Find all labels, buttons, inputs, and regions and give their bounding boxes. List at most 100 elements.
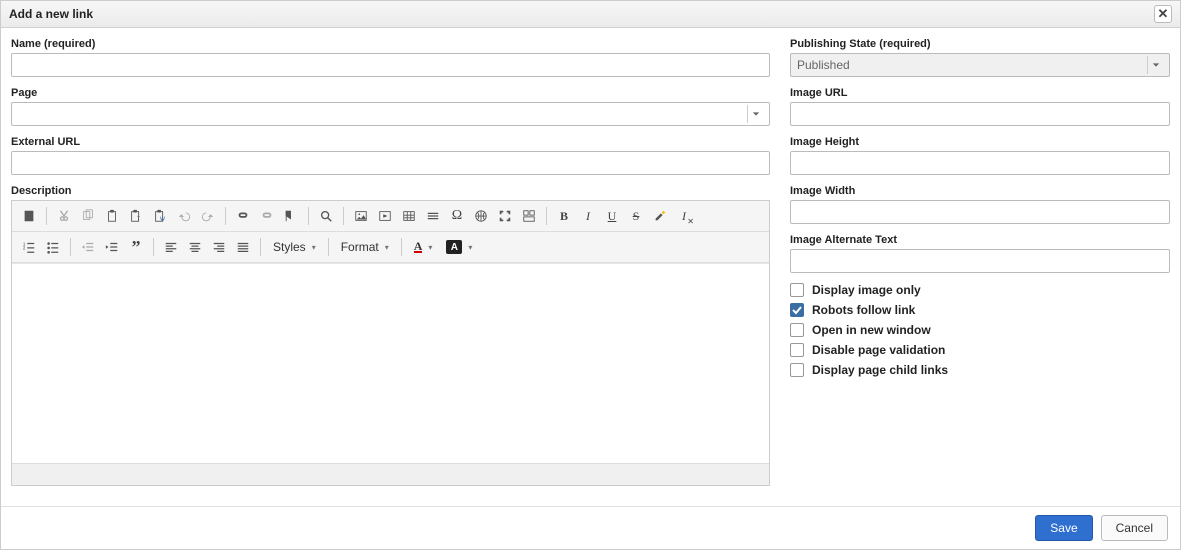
page-field: Page [11,87,770,126]
separator [328,238,329,256]
ordered-list-icon[interactable]: 12 [18,236,40,258]
anchor-icon[interactable] [280,205,302,227]
open-new-window-checkbox[interactable] [790,323,804,337]
source-icon[interactable] [18,205,40,227]
disable-validation-label: Disable page validation [812,343,945,357]
image-url-label: Image URL [790,87,1170,99]
cancel-button-label: Cancel [1116,521,1153,535]
chevron-down-icon: ▾ [468,243,472,252]
disable-validation-checkbox[interactable] [790,343,804,357]
separator [225,207,226,225]
align-left-icon[interactable] [160,236,182,258]
italic-icon[interactable]: I [577,205,599,227]
paste-word-icon[interactable]: W [149,205,171,227]
styles-label: Styles [273,240,306,254]
save-button[interactable]: Save [1035,515,1092,541]
copy-icon[interactable] [77,205,99,227]
publishing-state-select[interactable]: Published [790,53,1170,77]
external-url-field: External URL [11,136,770,175]
page-label: Page [11,87,770,99]
unlink-icon[interactable] [256,205,278,227]
robots-follow-checkbox[interactable] [790,303,804,317]
close-icon: ✕ [1158,6,1169,21]
image-icon[interactable] [350,205,372,227]
underline-icon[interactable]: U [601,205,623,227]
undo-icon[interactable] [173,205,195,227]
open-new-window-label: Open in new window [812,323,931,337]
display-image-only-label: Display image only [812,283,921,297]
redo-icon[interactable] [197,205,219,227]
image-alt-label: Image Alternate Text [790,234,1170,246]
display-child-links-row: Display page child links [790,363,1170,377]
image-height-field: Image Height [790,136,1170,175]
outdent-icon[interactable] [77,236,99,258]
description-label: Description [11,185,770,197]
indent-icon[interactable] [101,236,123,258]
link-icon[interactable] [232,205,254,227]
maximize-icon[interactable] [494,205,516,227]
name-input[interactable] [11,53,770,77]
separator [46,207,47,225]
format-label: Format [341,240,379,254]
image-url-input[interactable] [790,102,1170,126]
format-dropdown[interactable]: Format ▾ [335,236,395,258]
blockquote-icon[interactable]: ” [125,236,147,258]
separator [70,238,71,256]
separator [401,238,402,256]
close-button[interactable]: ✕ [1154,5,1172,23]
find-icon[interactable] [315,205,337,227]
hr-icon[interactable] [422,205,444,227]
right-column: Publishing State (required) Published Im… [790,38,1170,506]
dialog: Add a new link ✕ Name (required) Page [0,0,1181,550]
iframe-icon[interactable] [470,205,492,227]
chevron-down-icon: ▾ [312,243,316,252]
robots-follow-label: Robots follow link [812,303,915,317]
save-button-label: Save [1050,521,1077,535]
paste-icon[interactable] [101,205,123,227]
chevron-down-icon: ▾ [428,243,432,252]
bg-color-icon: A [446,240,462,254]
styles-dropdown[interactable]: Styles ▾ [267,236,322,258]
unordered-list-icon[interactable] [42,236,64,258]
remove-format-icon[interactable]: I✕ [673,205,695,227]
dialog-title: Add a new link [9,7,93,21]
open-new-window-row: Open in new window [790,323,1170,337]
paste-text-icon[interactable]: T [125,205,147,227]
bg-color-dropdown[interactable]: A ▾ [440,236,478,258]
editor-content-area[interactable] [12,263,769,463]
embed-icon[interactable] [374,205,396,227]
table-icon[interactable] [398,205,420,227]
align-center-icon[interactable] [184,236,206,258]
chevron-down-icon: ▾ [385,243,389,252]
highlight-icon[interactable] [649,205,671,227]
external-url-label: External URL [11,136,770,148]
external-url-input[interactable] [11,151,770,175]
separator [308,207,309,225]
text-color-dropdown[interactable]: A ▾ [408,236,439,258]
chevron-down-icon [1147,56,1163,74]
align-right-icon[interactable] [208,236,230,258]
name-field: Name (required) [11,38,770,77]
image-height-input[interactable] [790,151,1170,175]
show-blocks-icon[interactable] [518,205,540,227]
dialog-footer: Save Cancel [1,506,1180,549]
editor-toolbar-row2: 12 ” Styles ▾ [12,232,769,263]
separator [546,207,547,225]
cancel-button[interactable]: Cancel [1101,515,1168,541]
publishing-state-field: Publishing State (required) Published [790,38,1170,77]
chevron-down-icon [747,105,763,123]
image-width-label: Image Width [790,185,1170,197]
display-image-only-checkbox[interactable] [790,283,804,297]
bold-icon[interactable]: B [553,205,575,227]
special-char-icon[interactable]: Ω [446,205,468,227]
titlebar: Add a new link ✕ [1,1,1180,28]
image-width-input[interactable] [790,200,1170,224]
align-justify-icon[interactable] [232,236,254,258]
page-select[interactable] [11,102,770,126]
strike-icon[interactable]: S [625,205,647,227]
image-url-field: Image URL [790,87,1170,126]
left-column: Name (required) Page External URL Descri… [11,38,770,506]
image-alt-input[interactable] [790,249,1170,273]
cut-icon[interactable] [53,205,75,227]
display-child-links-checkbox[interactable] [790,363,804,377]
